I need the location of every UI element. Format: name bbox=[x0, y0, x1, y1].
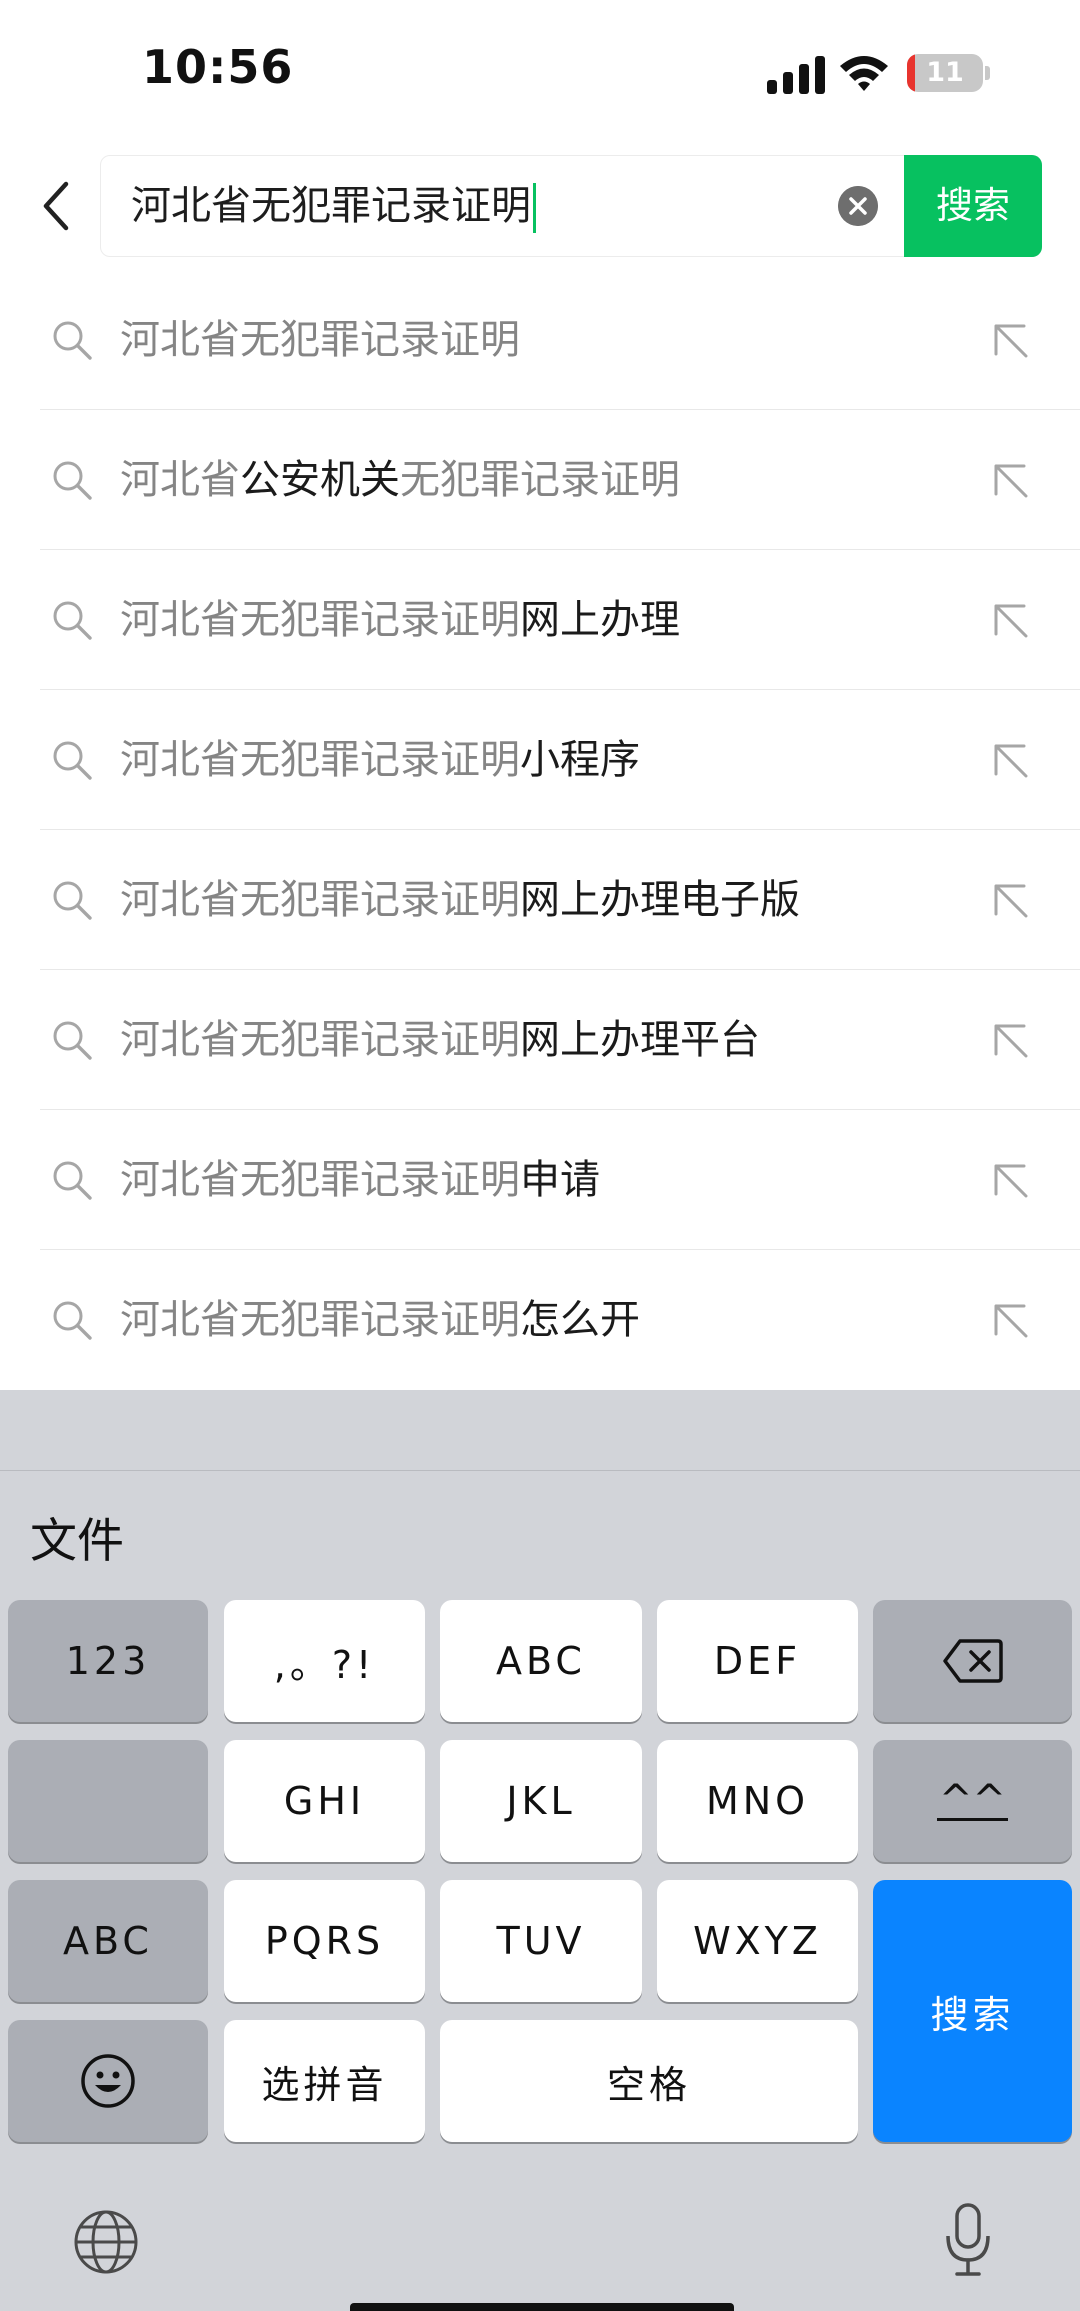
space-key[interactable]: 空格 bbox=[440, 2020, 858, 2142]
suggestion-text: 河北省公安机关无犯罪记录证明 bbox=[120, 410, 680, 550]
key-wxyz[interactable]: WXYZ bbox=[657, 1880, 858, 2002]
key-blank[interactable] bbox=[8, 1740, 208, 1862]
wifi-icon bbox=[840, 56, 888, 91]
suggestion-match: 河北省无犯罪记录证明 bbox=[120, 737, 520, 783]
suggestion-rest: 小程序 bbox=[520, 737, 640, 783]
suggestion-item[interactable]: 河北省无犯罪记录证明网上办理 bbox=[0, 550, 1080, 690]
suggestion-item[interactable]: 河北省公安机关无犯罪记录证明 bbox=[0, 410, 1080, 550]
arrow-up-left-icon[interactable] bbox=[990, 740, 1030, 780]
delete-key[interactable] bbox=[873, 1600, 1072, 1722]
search-box[interactable]: 河北省无犯罪记录证明 搜索 bbox=[100, 155, 1042, 257]
key-abc[interactable]: ABC bbox=[440, 1600, 642, 1722]
candidate-word[interactable]: 文件 bbox=[30, 1502, 124, 1571]
suggestion-match: 河北省无犯罪记录证明 bbox=[120, 317, 520, 363]
key-abc-switch[interactable]: ABC bbox=[8, 1880, 208, 2002]
suggestion-match: 河北省无犯罪记录证明 bbox=[120, 877, 520, 923]
suggestion-rest: 网上办理平台 bbox=[520, 1017, 760, 1063]
text-caret bbox=[533, 183, 536, 233]
suggestion-match: 河北省无犯罪记录证明 bbox=[120, 1157, 520, 1203]
keyboard: 文件 123 ,。?! ABC DEF GHI JKL MNO ^^ ABC P… bbox=[0, 1390, 1080, 2311]
suggestion-match: 河北省无犯罪记录证明 bbox=[120, 1017, 520, 1063]
suggestion-rest: 申请 bbox=[520, 1157, 600, 1203]
search-icon bbox=[53, 1021, 92, 1060]
status-time: 10:56 bbox=[142, 40, 294, 94]
search-icon bbox=[53, 1301, 92, 1340]
suggestion-item[interactable]: 河北省无犯罪记录证明网上办理平台 bbox=[0, 970, 1080, 1110]
search-icon bbox=[53, 461, 92, 500]
key-select-pinyin[interactable]: 选拼音 bbox=[224, 2020, 425, 2142]
suggestion-text: 河北省无犯罪记录证明网上办理平台 bbox=[120, 970, 760, 1110]
arrow-up-left-icon[interactable] bbox=[990, 320, 1030, 360]
arrow-up-left-icon[interactable] bbox=[990, 1020, 1030, 1060]
emoticon-label: ^^ bbox=[936, 1776, 1009, 1823]
suggestion-item[interactable]: 河北省无犯罪记录证明网上办理电子版 bbox=[0, 830, 1080, 970]
key-123[interactable]: 123 bbox=[8, 1600, 208, 1722]
arrow-up-left-icon[interactable] bbox=[990, 600, 1030, 640]
status-bar: 10:56 11 bbox=[0, 0, 1080, 140]
back-chevron-icon[interactable] bbox=[36, 178, 76, 234]
backspace-icon bbox=[942, 1639, 1003, 1683]
suggestion-rest: 公安机关 bbox=[240, 457, 400, 503]
key-def[interactable]: DEF bbox=[657, 1600, 858, 1722]
suggestion-item[interactable]: 河北省无犯罪记录证明怎么开 bbox=[0, 1250, 1080, 1390]
battery-icon: 11 bbox=[907, 54, 983, 92]
microphone-icon[interactable] bbox=[944, 2202, 992, 2280]
cellular-signal-icon bbox=[767, 54, 825, 94]
suggestion-item[interactable]: 河北省无犯罪记录证明申请 bbox=[0, 1110, 1080, 1250]
suggestion-text: 河北省无犯罪记录证明怎么开 bbox=[120, 1250, 640, 1390]
key-ghi[interactable]: GHI bbox=[224, 1740, 425, 1862]
suggestion-text: 河北省无犯罪记录证明网上办理 bbox=[120, 550, 680, 690]
keyboard-divider bbox=[0, 1470, 1080, 1471]
emoji-key[interactable] bbox=[8, 2020, 208, 2142]
suggestion-text: 河北省无犯罪记录证明 bbox=[120, 270, 520, 410]
search-icon bbox=[53, 1161, 92, 1200]
battery-level: 11 bbox=[926, 57, 964, 88]
keyboard-search-key[interactable]: 搜索 bbox=[873, 1880, 1072, 2142]
search-icon bbox=[53, 741, 92, 780]
suggestion-item[interactable]: 河北省无犯罪记录证明 bbox=[0, 270, 1080, 410]
search-input[interactable]: 河北省无犯罪记录证明 bbox=[131, 156, 536, 256]
suggestion-tail: 无犯罪记录证明 bbox=[400, 457, 680, 503]
suggestion-match: 河北省无犯罪记录证明 bbox=[120, 597, 520, 643]
search-query: 河北省无犯罪记录证明 bbox=[131, 183, 531, 229]
suggestion-text: 河北省无犯罪记录证明申请 bbox=[120, 1110, 600, 1250]
suggestion-list: 河北省无犯罪记录证明 河北省公安机关无犯罪记录证明 河北省无犯罪记录证明网上办理河… bbox=[0, 270, 1080, 1390]
clear-icon[interactable] bbox=[838, 186, 878, 226]
arrow-up-left-icon[interactable] bbox=[990, 880, 1030, 920]
suggestion-rest: 网上办理电子版 bbox=[520, 877, 800, 923]
arrow-up-left-icon[interactable] bbox=[990, 460, 1030, 500]
suggestion-rest: 网上办理 bbox=[520, 597, 680, 643]
suggestion-match: 河北省 bbox=[120, 457, 240, 503]
suggestion-item[interactable]: 河北省无犯罪记录证明小程序 bbox=[0, 690, 1080, 830]
suggestion-text: 河北省无犯罪记录证明网上办理电子版 bbox=[120, 830, 800, 970]
suggestion-rest: 怎么开 bbox=[520, 1297, 640, 1343]
battery-tip bbox=[985, 66, 990, 80]
key-tuv[interactable]: TUV bbox=[440, 1880, 642, 2002]
search-button[interactable]: 搜索 bbox=[904, 155, 1042, 257]
globe-icon[interactable] bbox=[72, 2208, 140, 2276]
emoji-icon bbox=[81, 2054, 135, 2108]
key-emoticon[interactable]: ^^ bbox=[873, 1740, 1072, 1862]
key-punctuation[interactable]: ,。?! bbox=[224, 1600, 425, 1722]
search-icon bbox=[53, 321, 92, 360]
arrow-up-left-icon[interactable] bbox=[990, 1160, 1030, 1200]
suggestion-text: 河北省无犯罪记录证明小程序 bbox=[120, 690, 640, 830]
suggestion-match: 河北省无犯罪记录证明 bbox=[120, 1297, 520, 1343]
key-pqrs[interactable]: PQRS bbox=[224, 1880, 425, 2002]
home-indicator bbox=[350, 2303, 734, 2311]
arrow-up-left-icon[interactable] bbox=[990, 1300, 1030, 1340]
search-icon bbox=[53, 601, 92, 640]
search-icon bbox=[53, 881, 92, 920]
key-mno[interactable]: MNO bbox=[657, 1740, 858, 1862]
key-jkl[interactable]: JKL bbox=[440, 1740, 642, 1862]
